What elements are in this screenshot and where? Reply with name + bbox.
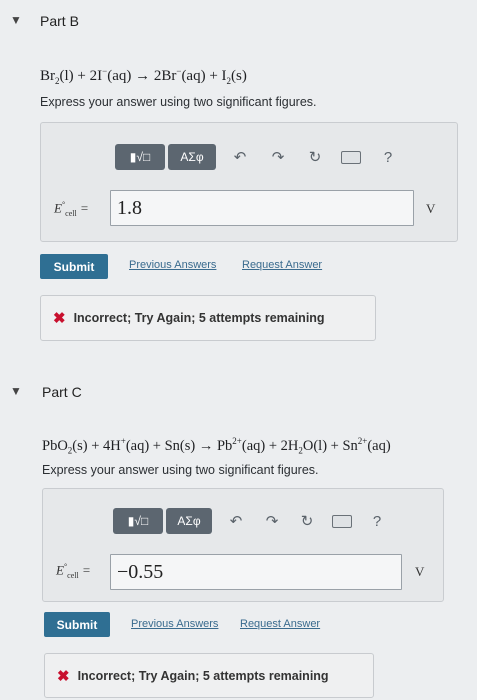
redo-icon: ↷ bbox=[271, 149, 285, 166]
feedback-text: Incorrect; Try Again; 5 attempts remaini… bbox=[73, 311, 325, 325]
undo-button[interactable]: ↶ bbox=[226, 509, 246, 533]
redo-button[interactable]: ↷ bbox=[268, 145, 288, 169]
greek-symbols-button[interactable]: ΑΣφ bbox=[168, 144, 216, 170]
template-sqrt-icon: ▮√□ bbox=[127, 514, 149, 528]
part-b-equation: Br2(l) + 2I−(aq) → 2Br−(aq) + I2(s) bbox=[40, 66, 247, 86]
undo-icon: ↶ bbox=[229, 513, 243, 530]
reset-button[interactable]: ↻ bbox=[305, 145, 325, 169]
feedback-text: Incorrect; Try Again; 5 attempts remaini… bbox=[77, 668, 329, 683]
part-c-title: Part C bbox=[42, 384, 82, 400]
answer-input[interactable]: −0.55 bbox=[110, 554, 402, 590]
reset-button[interactable]: ↻ bbox=[297, 509, 317, 533]
help-button[interactable]: ? bbox=[379, 145, 397, 169]
caret-down-icon: ▼ bbox=[10, 13, 22, 27]
ecell-label: E°cell = bbox=[56, 562, 91, 580]
part-b-title: Part B bbox=[40, 13, 79, 29]
keyboard-icon bbox=[341, 150, 361, 164]
undo-button[interactable]: ↶ bbox=[230, 145, 250, 169]
feedback-message: ✖ Incorrect; Try Again; 5 attempts remai… bbox=[44, 653, 374, 698]
submit-button[interactable]: Submit bbox=[40, 254, 108, 279]
part-b-instruction: Express your answer using two significan… bbox=[40, 95, 317, 109]
unit-label: V bbox=[415, 564, 425, 579]
greek-symbols-button[interactable]: ΑΣφ bbox=[166, 508, 212, 534]
unit-label: V bbox=[426, 201, 436, 216]
keyboard-button[interactable] bbox=[331, 510, 353, 532]
template-sqrt-icon: ▮√□ bbox=[129, 150, 151, 164]
redo-icon: ↷ bbox=[265, 513, 279, 530]
submit-button[interactable]: Submit bbox=[44, 612, 110, 637]
undo-icon: ↶ bbox=[233, 149, 247, 166]
keyboard-icon bbox=[332, 514, 352, 528]
part-c-collapse-toggle[interactable]: ▼ bbox=[10, 384, 22, 398]
previous-answers-link[interactable]: Previous Answers bbox=[129, 259, 216, 271]
previous-answers-link[interactable]: Previous Answers bbox=[131, 618, 218, 630]
help-button[interactable]: ? bbox=[368, 509, 386, 533]
reset-icon: ↻ bbox=[300, 513, 314, 530]
reset-icon: ↻ bbox=[308, 149, 322, 166]
template-button[interactable]: ▮√□ bbox=[113, 508, 163, 534]
feedback-message: ✖ Incorrect; Try Again; 5 attempts remai… bbox=[40, 295, 376, 341]
close-x-icon: ✖ bbox=[57, 667, 70, 685]
answer-input[interactable]: 1.8 bbox=[110, 190, 414, 226]
keyboard-button[interactable] bbox=[340, 146, 362, 168]
part-c-equation: PbO2(s) + 4H+(aq) + Sn(s) → Pb2+(aq) + 2… bbox=[42, 436, 391, 456]
request-answer-link[interactable]: Request Answer bbox=[240, 618, 320, 630]
close-x-icon: ✖ bbox=[53, 310, 66, 327]
part-c-instruction: Express your answer using two significan… bbox=[42, 463, 319, 477]
part-b-collapse-toggle[interactable]: ▼ bbox=[10, 13, 22, 27]
request-answer-link[interactable]: Request Answer bbox=[242, 259, 322, 271]
template-button[interactable]: ▮√□ bbox=[115, 144, 165, 170]
caret-down-icon: ▼ bbox=[10, 384, 22, 398]
ecell-label: E°cell = bbox=[54, 200, 89, 218]
redo-button[interactable]: ↷ bbox=[262, 509, 282, 533]
